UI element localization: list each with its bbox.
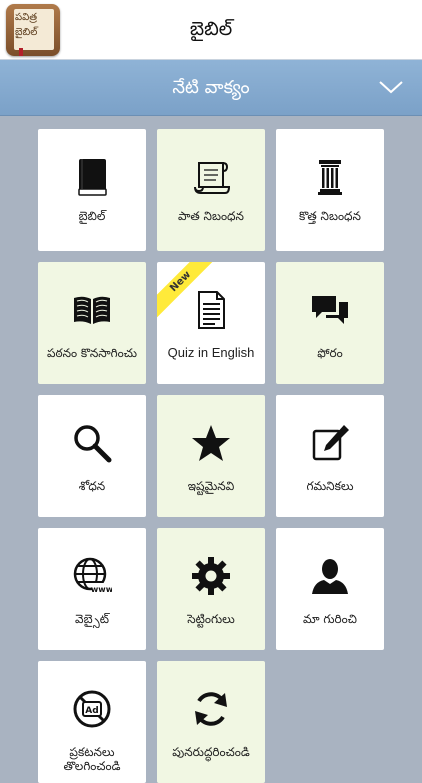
tile-label: ఫోరం [317,346,343,360]
tile-label: వెబ్సైట్ [75,612,109,626]
tile-new-testament[interactable]: కొత్త నిబంధన [276,129,384,251]
refresh-icon [195,692,227,726]
scroll-icon [194,162,231,194]
search-icon [74,425,112,463]
chevron-down-icon[interactable] [378,78,404,96]
tile-label: బైబిల్ [78,209,106,223]
open-book-icon [74,296,110,324]
book-icon [78,159,107,196]
document-icon [198,291,225,329]
chat-bubbles-icon [312,296,348,324]
tile-settings[interactable]: సెట్టింగులు [157,528,265,650]
tile-label: సెట్టింగులు [187,612,235,626]
pillar-icon [318,160,342,195]
tile-continue-reading[interactable]: పఠనం కొనసాగించు [38,262,146,384]
no-ads-icon: Ad [73,690,111,728]
globe-icon: www [73,557,112,594]
tile-search[interactable]: శోధన [38,395,146,517]
tile-about-us[interactable]: మా గురించి [276,528,384,650]
gear-icon [192,557,230,595]
star-icon [192,425,230,461]
svg-text:Ad: Ad [85,706,98,716]
top-bar: పవిత్ర బైబిల్ బైబిల్ [0,0,422,60]
tile-forum[interactable]: ఫోరం [276,262,384,384]
tile-label: Quiz in English [167,345,255,360]
user-icon [312,559,348,594]
tile-label: గమనికలు [306,479,354,493]
tile-notes[interactable]: గమనికలు [276,395,384,517]
tile-label: కొత్త నిబంధన [299,209,361,223]
tile-label: మా గురించి [303,612,357,626]
svg-text:www: www [91,585,112,594]
tile-restore[interactable]: పునరుద్ధరించండి [157,661,265,783]
app-title: బైబిల్ [189,18,233,40]
tile-favorites[interactable]: ఇష్టమైనవి [157,395,265,517]
tile-label: పాత నిబంధన [178,209,244,223]
daily-verse-title: నేటి వాక్యం [172,77,250,98]
tile-label: పునరుద్ధరించండి [172,745,250,759]
tile-quiz[interactable]: New Quiz in English [157,262,265,384]
tile-website[interactable]: www వెబ్సైట్ [38,528,146,650]
tile-label: ప్రకటనలు తొలగించండి [63,745,121,773]
tile-old-testament[interactable]: పాత నిబంధన [157,129,265,251]
daily-verse-bar[interactable]: నేటి వాక్యం [0,60,422,116]
tile-label: పఠనం కొనసాగించు [46,346,138,360]
tile-label: శోధన [78,479,106,493]
tile-label: ఇష్టమైనవి [187,479,235,493]
tile-remove-ads[interactable]: Ad ప్రకటనలు తొలగించండి [38,661,146,783]
edit-note-icon [312,425,349,461]
tile-bible[interactable]: బైబిల్ [38,129,146,251]
